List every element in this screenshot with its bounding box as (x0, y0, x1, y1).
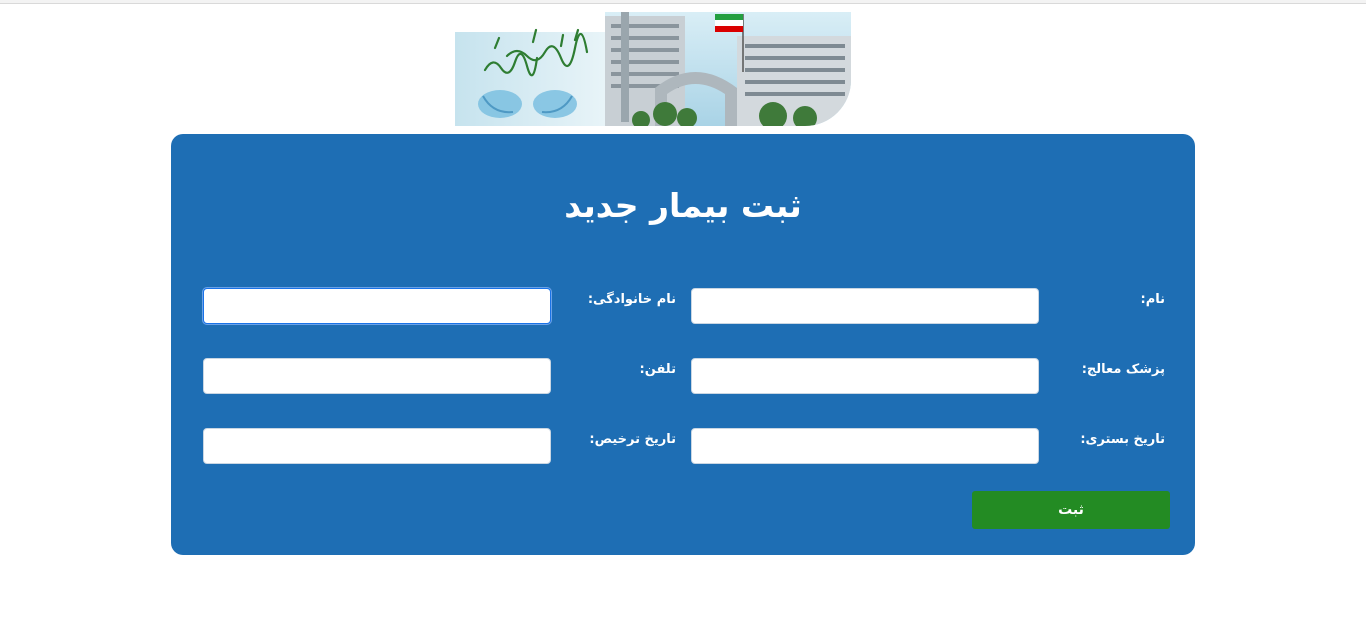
discharge-date-field[interactable] (203, 428, 551, 464)
submit-button[interactable]: ثبت (972, 491, 1170, 529)
first-name-field[interactable] (691, 288, 1039, 324)
new-patient-form: ثبت بیمار جدید نام: نام خانوادگی: پزشک م… (171, 134, 1195, 555)
first-name-label: نام: (1140, 292, 1166, 307)
phone-label: تلفن: (639, 362, 676, 377)
admission-date-label: تاریخ بستری: (1080, 432, 1165, 447)
last-name-field[interactable] (203, 288, 551, 324)
doctor-label: پزشک معالج: (1081, 362, 1165, 377)
discharge-date-label: تاریخ ترخیص: (589, 432, 676, 447)
admission-date-field[interactable] (691, 428, 1039, 464)
iran-flag-icon (715, 14, 743, 32)
form-title: ثبت بیمار جدید (564, 186, 802, 225)
phone-field[interactable] (203, 358, 551, 394)
browser-top-border (0, 0, 1366, 4)
header-banner-image (455, 12, 851, 126)
doctor-field[interactable] (691, 358, 1039, 394)
last-name-label: نام خانوادگی: (587, 292, 676, 307)
